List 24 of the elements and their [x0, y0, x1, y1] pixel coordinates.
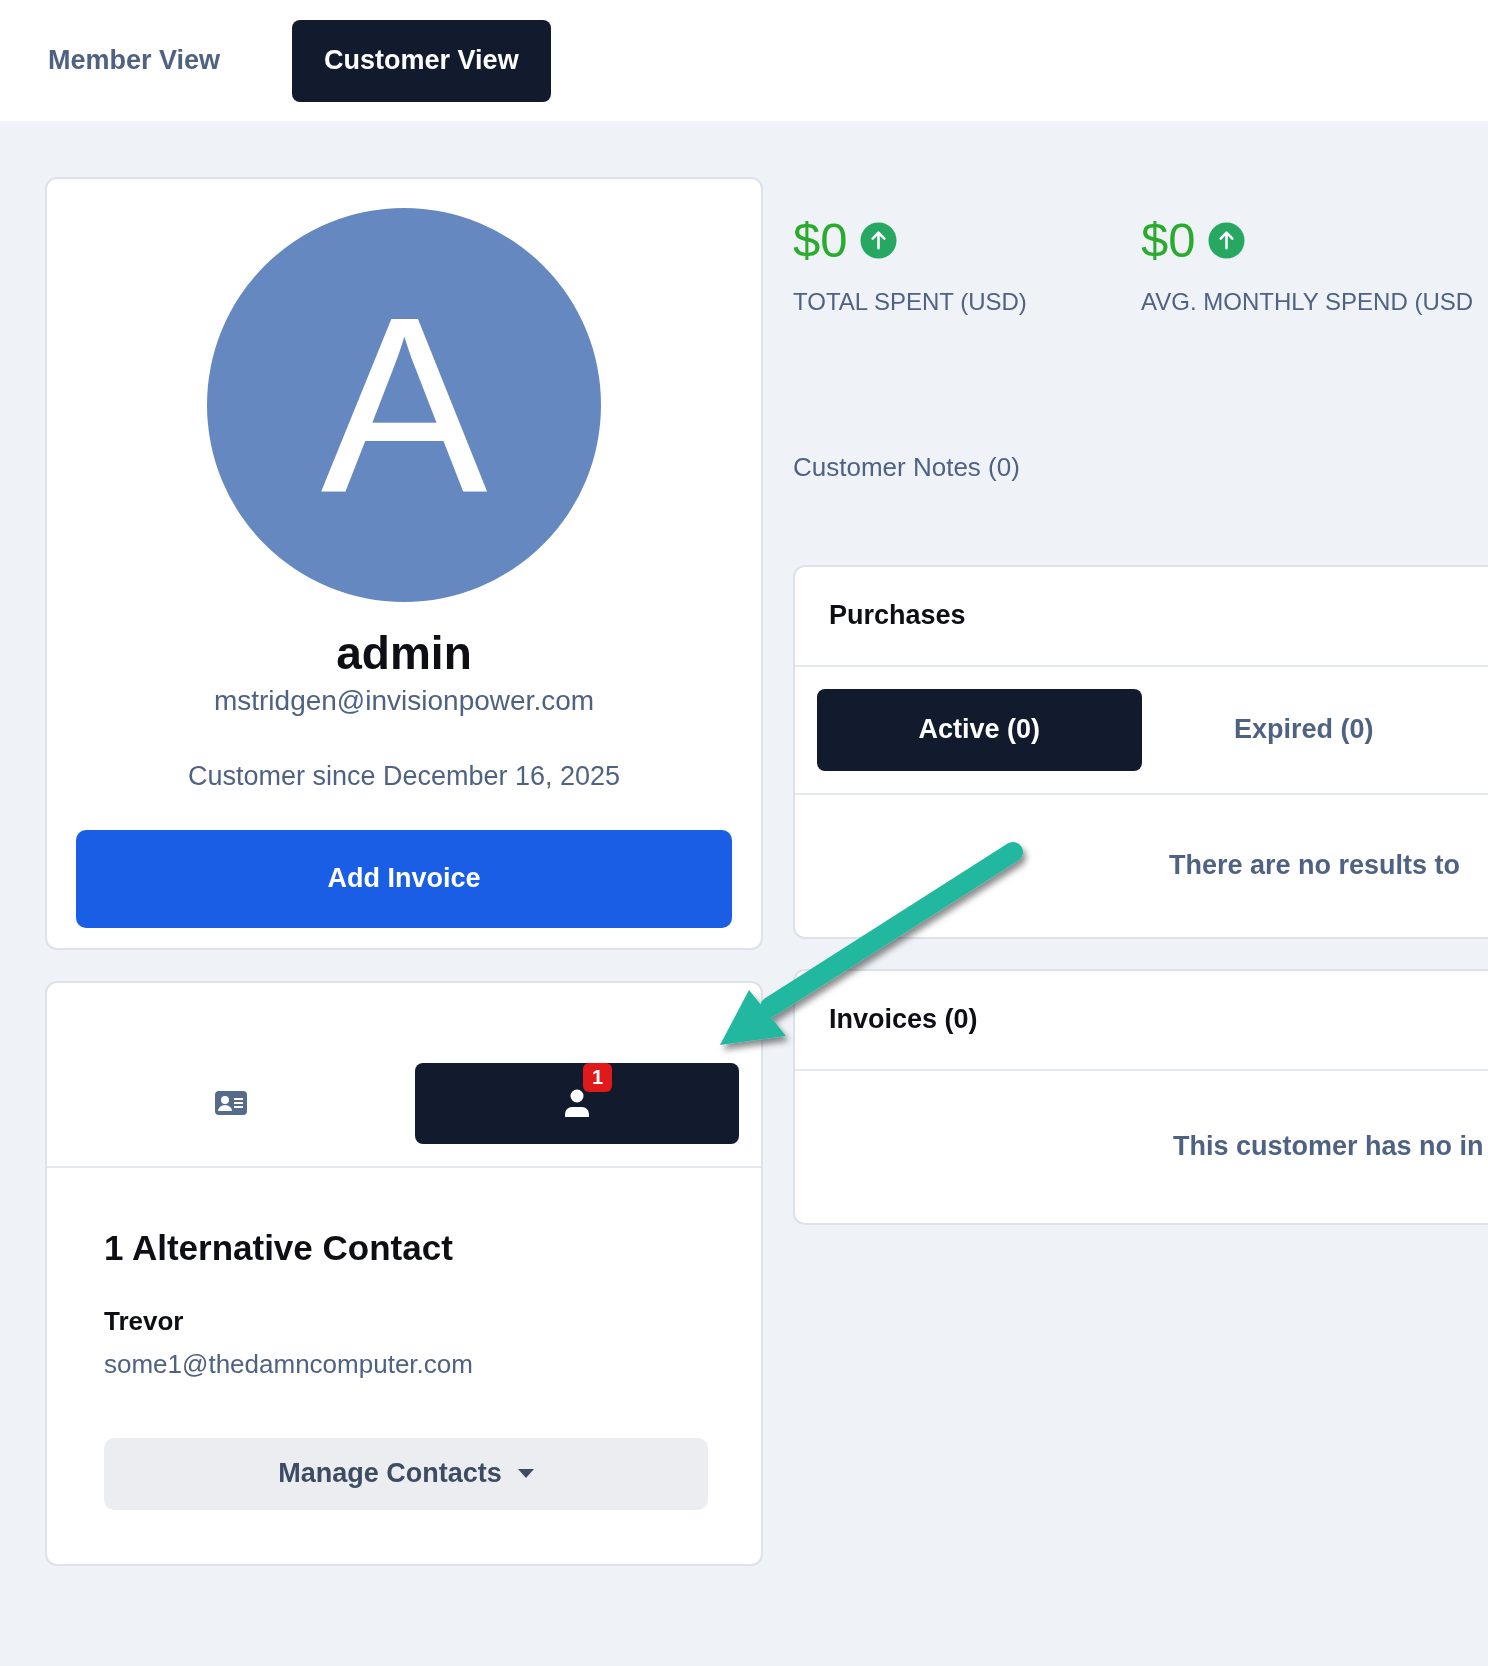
stat-label: TOTAL SPENT (USD) [793, 287, 1028, 316]
purchase-tab[interactable]: Expired (0) [1141, 688, 1466, 771]
empty-message: There are no results to [1169, 850, 1461, 882]
customer-since: Customer since December 16, 2025 [187, 760, 621, 792]
add-invoice-button[interactable]: Add Invoice [76, 829, 732, 928]
stat-value: $0 [1141, 212, 1196, 269]
manage-contacts-button[interactable]: Manage Contacts [104, 1437, 708, 1510]
view-tab[interactable]: Member View [16, 19, 253, 102]
panel-title: Invoices (0) [829, 1004, 978, 1036]
contacts-heading: 1 Alternative Contact [104, 1227, 454, 1268]
customer-email: mstridgen@invisionpower.com [213, 684, 595, 717]
view-tab[interactable]: Customer View [292, 19, 551, 102]
purchase-tab[interactable]: Active (0) [817, 688, 1142, 771]
contact-tab[interactable]: 1 [415, 1062, 739, 1144]
stat-label: AVG. MONTHLY SPEND (USD [1141, 287, 1475, 316]
customer-notes-link[interactable]: Customer Notes (0) [793, 451, 1020, 482]
stat-value: $0 [793, 212, 848, 269]
customer-name: admin [336, 628, 472, 679]
contact-email: some1@thedamncomputer.com [104, 1348, 474, 1380]
contact-name: Trevor [104, 1305, 185, 1337]
empty-message: This customer has no in [1173, 1131, 1484, 1163]
avatar: A [207, 208, 601, 602]
count-badge: 1 [583, 1062, 613, 1092]
panel-title: Purchases [829, 600, 966, 632]
